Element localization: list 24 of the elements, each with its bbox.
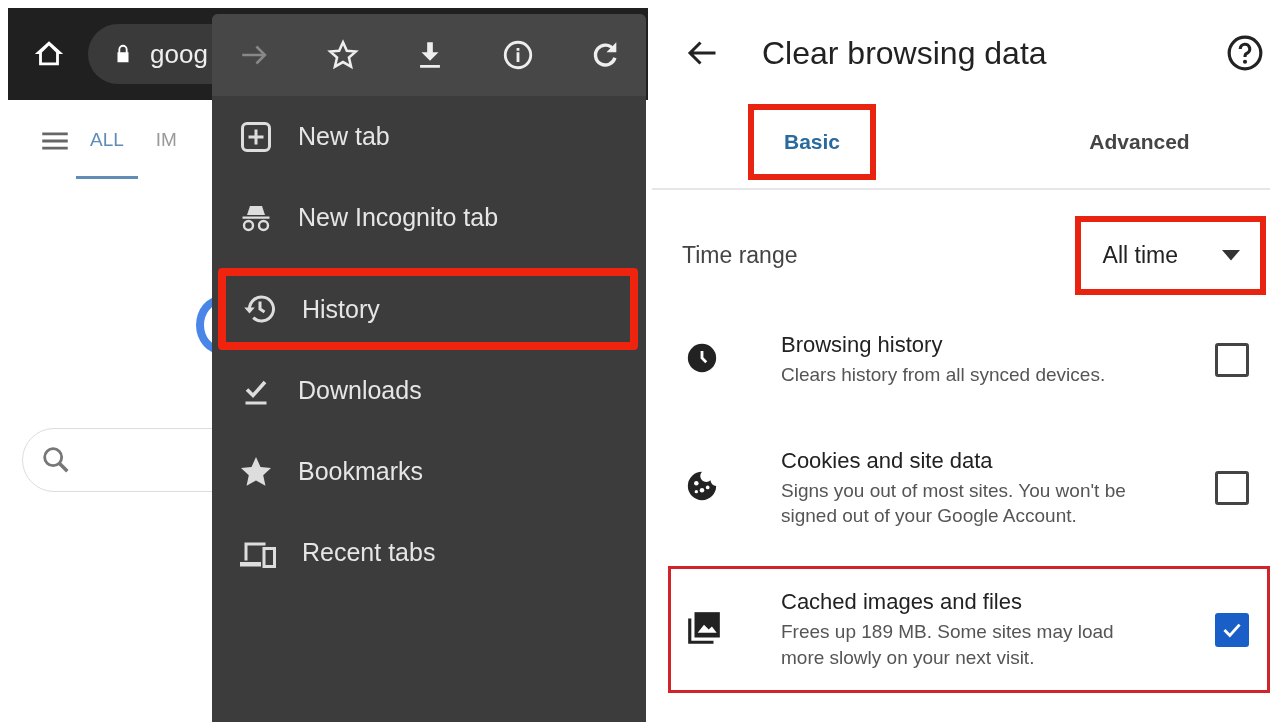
- tab[interactable]: Basic: [748, 104, 877, 180]
- option-description: Frees up 189 MB. Some sites may load more slowly on your next visit.: [781, 619, 1115, 670]
- time-range-dropdown[interactable]: All time: [1074, 216, 1266, 295]
- search-tab[interactable]: ALL: [76, 124, 138, 179]
- help-icon[interactable]: [1226, 34, 1264, 72]
- option-title: Cached images and files: [781, 588, 1023, 615]
- menu-item[interactable]: Recent tabs: [212, 512, 646, 593]
- page-title: Clear browsing data: [762, 34, 1048, 72]
- menu-item[interactable]: New Incognito tab: [212, 177, 646, 258]
- checkbox[interactable]: [1215, 342, 1249, 377]
- checkbox[interactable]: [1215, 612, 1249, 647]
- time-range-label: Time range: [682, 242, 798, 269]
- menu-item[interactable]: New tab: [212, 96, 646, 177]
- option-title: Browsing history: [781, 332, 944, 358]
- option-description: Clears history from all synced devices.: [781, 363, 1107, 387]
- checkbox[interactable]: [1215, 471, 1249, 506]
- option-title: Cookies and site data: [781, 447, 994, 474]
- menu-item[interactable]: Bookmarks: [212, 431, 646, 512]
- menu-item[interactable]: History: [218, 268, 638, 350]
- tab[interactable]: Advanced: [1053, 104, 1226, 180]
- caret-icon: [1222, 249, 1240, 262]
- star-icon[interactable]: [325, 38, 360, 72]
- menu-item[interactable]: Downloads: [212, 350, 646, 431]
- option-description: Signs you out of most sites. You won't be signed out of your Google Account.: [781, 478, 1127, 529]
